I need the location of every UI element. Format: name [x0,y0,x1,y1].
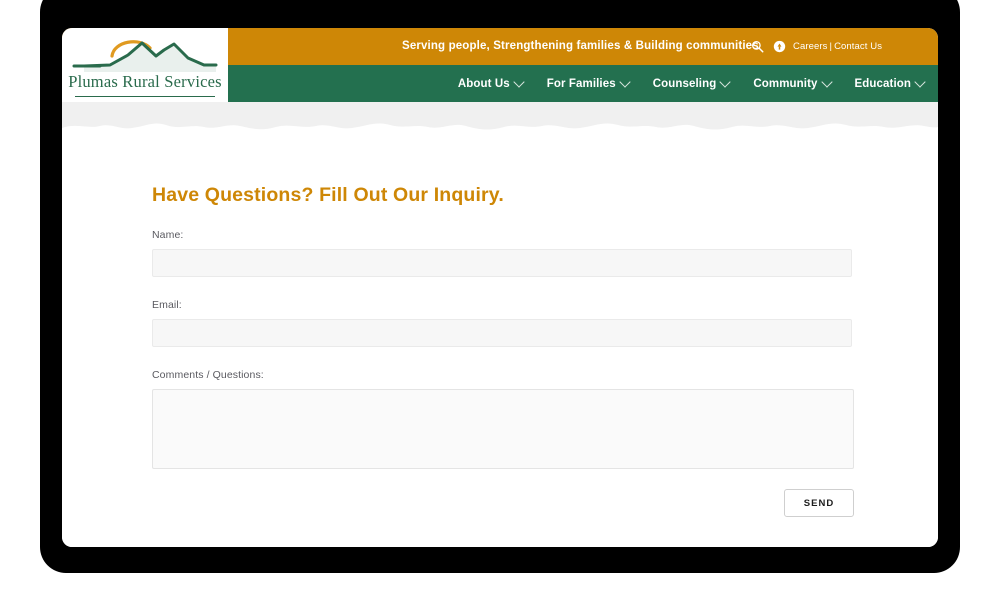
site-logo[interactable]: Plumas Rural Services [62,28,228,102]
top-bar-links: Careers | Contact Us [793,28,882,65]
nav-item-about-us[interactable]: About Us [457,75,525,90]
nav-item-counseling[interactable]: Counseling [652,75,732,90]
main-content: Have Questions? Fill Out Our Inquiry. Na… [62,132,938,547]
nav-item-community[interactable]: Community [753,75,833,90]
web-page: Plumas Rural Services Serving people, St… [62,28,938,547]
info-circle-icon[interactable] [773,40,786,53]
chevron-down-icon [914,75,926,88]
nav-item-for-families[interactable]: For Families [546,75,631,90]
nav-label: Education [854,77,911,90]
chevron-down-icon [619,75,631,88]
logo-wordmark: Plumas Rural Services [68,72,222,91]
inquiry-form: Have Questions? Fill Out Our Inquiry. Na… [152,184,854,517]
form-actions: SEND [152,489,854,517]
name-field-label: Name: [152,229,184,241]
comments-textarea[interactable] [152,389,854,469]
torn-edge-shape [62,123,938,132]
careers-link[interactable]: Careers [793,41,828,52]
nav-label: Counseling [652,77,717,90]
site-header: Plumas Rural Services Serving people, St… [62,28,938,102]
site-tagline: Serving people, Strengthening families &… [402,40,759,52]
nav-label: For Families [546,77,616,90]
logo-underline [75,96,215,97]
nav-label: About Us [457,77,510,90]
top-bar-icons [751,28,786,65]
screenshot-root: Plumas Rural Services Serving people, St… [0,0,1000,603]
mountain-sunrise-logo-icon [72,40,218,72]
search-icon[interactable] [751,40,764,53]
contact-us-link[interactable]: Contact Us [834,41,882,52]
nav-item-education[interactable]: Education [854,75,926,90]
email-field-label: Email: [152,299,182,311]
chevron-down-icon [513,75,525,88]
torn-paper-divider [62,102,938,132]
comments-field-label: Comments / Questions: [152,369,264,381]
page-title: Have Questions? Fill Out Our Inquiry. [152,184,504,206]
send-button[interactable]: SEND [784,489,854,517]
nav-label: Community [753,77,818,90]
name-input[interactable] [152,249,852,277]
chevron-down-icon [820,75,833,88]
chevron-down-icon [719,75,732,88]
email-input[interactable] [152,319,852,347]
